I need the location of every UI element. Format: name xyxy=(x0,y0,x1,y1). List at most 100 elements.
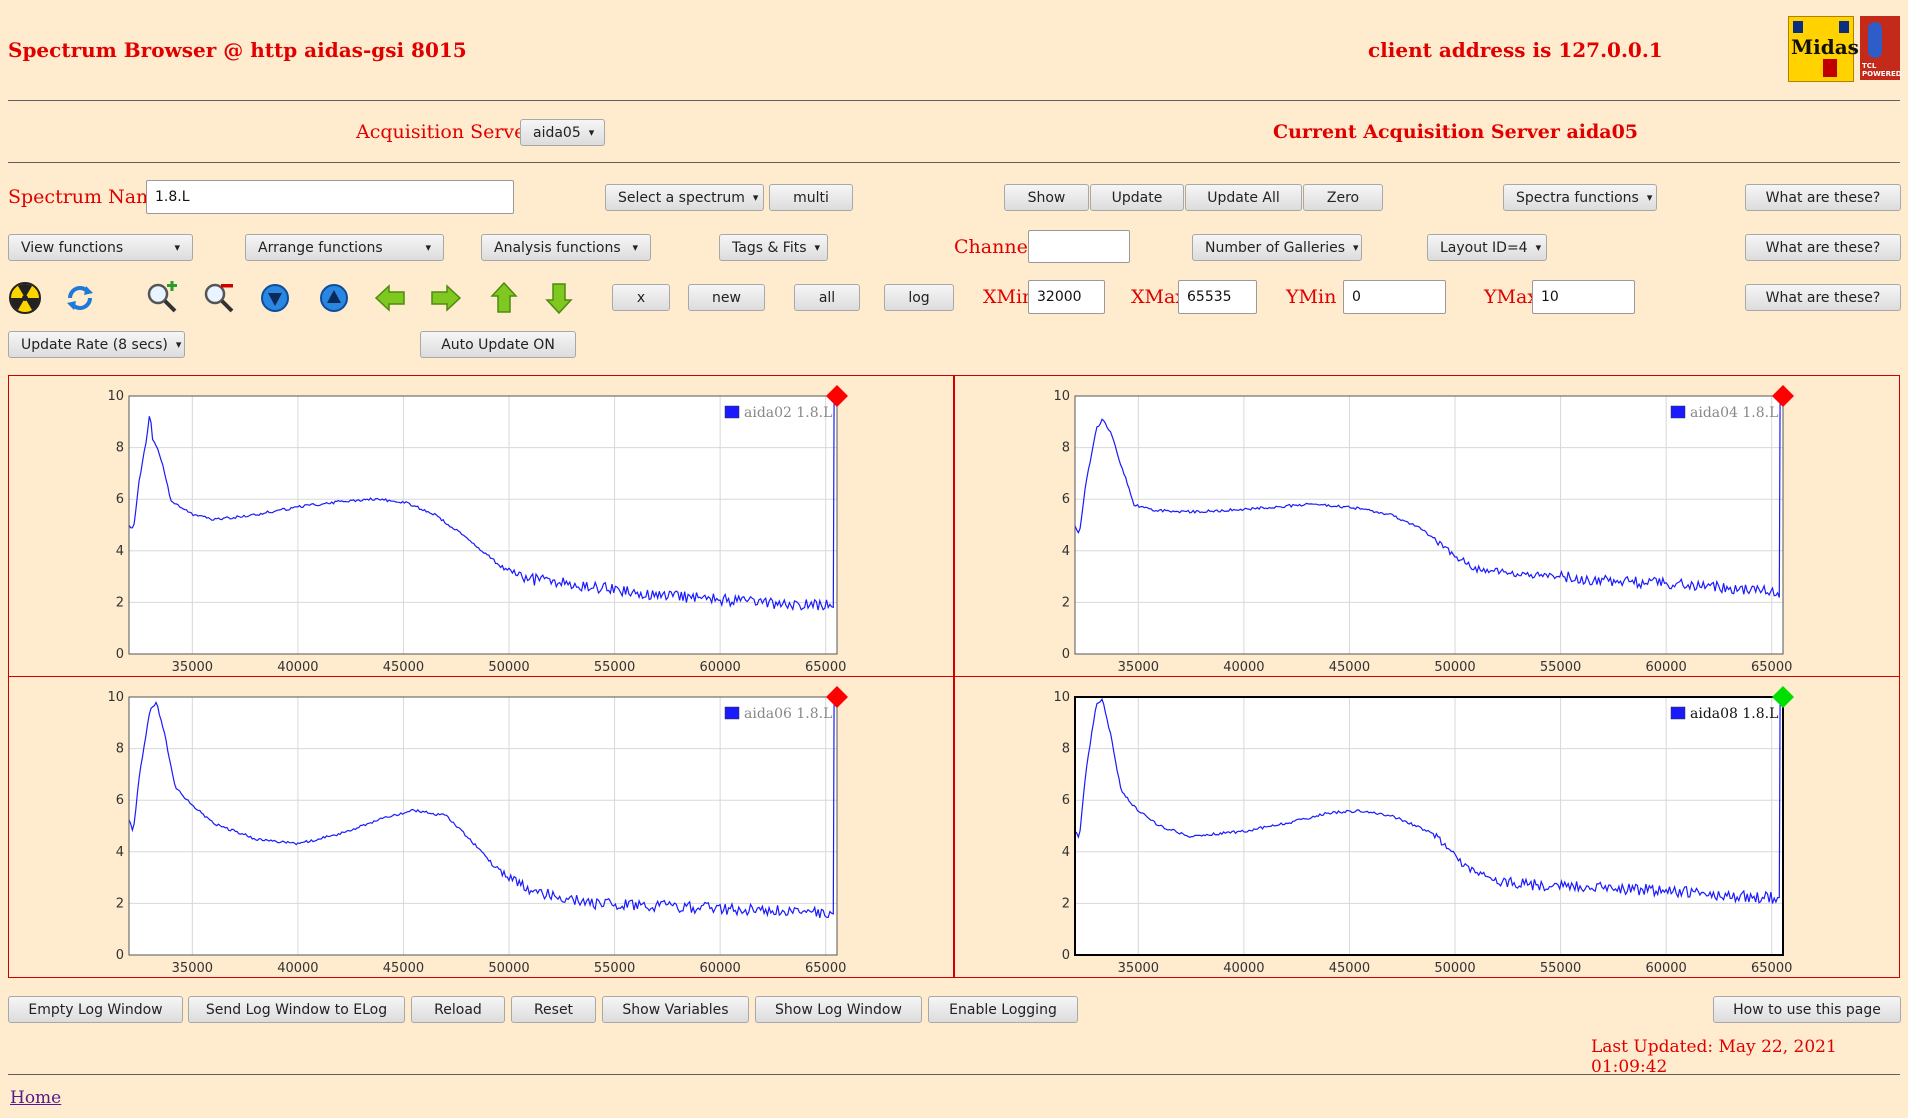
last-updated: Last Updated: May 22, 2021 01:09:42 xyxy=(1591,1037,1837,1077)
legend-swatch xyxy=(724,706,740,720)
spectrum-panel-3[interactable]: 35000 40000 45000 50000 55000 60000 65000 0 2 4 6 8… xyxy=(8,676,954,978)
all-button[interactable]: all xyxy=(794,284,860,311)
zoom-out-icon[interactable] xyxy=(202,281,236,315)
y-tick-label: 4 xyxy=(1062,544,1070,559)
x-tick-label: 40000 xyxy=(1223,961,1264,976)
arrow-right-icon[interactable] xyxy=(429,281,463,315)
show-variables-button[interactable]: Show Variables xyxy=(602,996,749,1023)
what-are-these-button-1[interactable]: What are these? xyxy=(1745,184,1901,211)
what-are-these-button-2[interactable]: What are these? xyxy=(1745,234,1901,261)
y-tick-label: 4 xyxy=(116,544,124,559)
x-button[interactable]: x xyxy=(612,284,670,311)
scroll-down-icon[interactable] xyxy=(258,281,292,315)
xmax-input[interactable]: 65535 xyxy=(1178,280,1257,314)
y-tick-label: 2 xyxy=(1062,896,1070,911)
update-all-button[interactable]: Update All xyxy=(1185,184,1302,211)
acquisition-servers-label: Acquisition Servers xyxy=(356,121,545,143)
spectrum-chart-1[interactable]: 35000 40000 45000 50000 55000 60000 65000 0 2 4 6 8… xyxy=(9,376,953,676)
arrange-functions-dropdown[interactable]: Arrange functions ▾ xyxy=(245,234,444,261)
x-tick-label: 55000 xyxy=(594,961,635,976)
y-tick-label: 8 xyxy=(1062,742,1070,757)
new-button[interactable]: new xyxy=(688,284,765,311)
ymin-input[interactable]: 0 xyxy=(1343,280,1446,314)
y-tick-label: 10 xyxy=(107,389,124,404)
reset-button[interactable]: Reset xyxy=(511,996,596,1023)
layout-id-dropdown[interactable]: Layout ID=4 ▾ xyxy=(1427,234,1547,261)
plot-area xyxy=(129,697,837,955)
scroll-up-icon[interactable] xyxy=(317,281,351,315)
show-log-window-button[interactable]: Show Log Window xyxy=(755,996,922,1023)
legend-swatch xyxy=(724,405,740,419)
log-button[interactable]: log xyxy=(884,284,954,311)
x-tick-label: 35000 xyxy=(1118,660,1159,675)
spectrum-panel-4[interactable]: 35000 40000 45000 50000 55000 60000 65000 0 2 4 6 8… xyxy=(954,676,1900,978)
analysis-functions-dropdown[interactable]: Analysis functions ▾ xyxy=(481,234,651,261)
x-tick-label: 60000 xyxy=(1645,660,1686,675)
spectrum-chart-4[interactable]: 35000 40000 45000 50000 55000 60000 65000 0 2 4 6 8… xyxy=(955,677,1899,977)
x-tick-label: 55000 xyxy=(1540,660,1581,675)
reload-button[interactable]: Reload xyxy=(411,996,505,1023)
acquisition-server-select[interactable]: aida05 ▾ xyxy=(520,119,605,146)
x-tick-label: 35000 xyxy=(172,961,213,976)
y-tick-label: 8 xyxy=(116,742,124,757)
spectrum-name-input[interactable]: 1.8.L xyxy=(146,180,514,214)
y-tick-label: 2 xyxy=(116,896,124,911)
tags-fits-dropdown[interactable]: Tags & Fits ▾ xyxy=(719,234,828,261)
select-spectrum-dropdown[interactable]: Select a spectrum ▾ xyxy=(605,184,764,211)
radiation-icon[interactable] xyxy=(8,281,42,315)
arrow-down-icon[interactable] xyxy=(542,281,576,315)
legend-swatch xyxy=(1670,405,1686,419)
x-tick-label: 40000 xyxy=(277,961,318,976)
show-button[interactable]: Show xyxy=(1004,184,1089,211)
y-tick-label: 6 xyxy=(1062,492,1070,507)
client-address: client address is 127.0.0.1 xyxy=(1368,38,1663,62)
update-button[interactable]: Update xyxy=(1090,184,1184,211)
channel-input[interactable] xyxy=(1028,230,1130,263)
home-link[interactable]: Home xyxy=(10,1088,61,1108)
ymin-label: YMin xyxy=(1286,286,1337,308)
spectra-functions-dropdown[interactable]: Spectra functions ▾ xyxy=(1503,184,1657,211)
chevron-down-icon: ▾ xyxy=(1353,241,1359,254)
multi-button[interactable]: multi xyxy=(769,184,853,211)
x-tick-label: 55000 xyxy=(594,660,635,675)
x-tick-label: 65000 xyxy=(1751,961,1792,976)
y-tick-label: 4 xyxy=(116,845,124,860)
enable-logging-button[interactable]: Enable Logging xyxy=(928,996,1078,1023)
divider xyxy=(8,162,1900,163)
plot-area xyxy=(129,396,837,654)
y-tick-label: 0 xyxy=(1062,647,1070,662)
tcl-logo: TCL POWERED xyxy=(1860,16,1902,80)
x-tick-label: 45000 xyxy=(1329,961,1370,976)
chevron-down-icon: ▾ xyxy=(175,338,182,351)
zero-button[interactable]: Zero xyxy=(1303,184,1383,211)
how-to-use-button[interactable]: How to use this page xyxy=(1713,996,1901,1023)
legend-label: aida04 1.8.L xyxy=(1690,405,1778,421)
arrow-left-icon[interactable] xyxy=(373,281,407,315)
auto-update-button[interactable]: Auto Update ON xyxy=(420,331,576,358)
update-rate-dropdown[interactable]: Update Rate (8 secs) ▾ xyxy=(8,331,185,358)
legend-swatch xyxy=(1670,706,1686,720)
ymax-input[interactable]: 10 xyxy=(1532,280,1635,314)
refresh-icon[interactable] xyxy=(63,281,97,315)
spectrum-chart-3[interactable]: 35000 40000 45000 50000 55000 60000 65000 0 2 4 6 8… xyxy=(9,677,953,977)
arrow-up-icon[interactable] xyxy=(487,281,521,315)
spectrum-panel-1[interactable]: 35000 40000 45000 50000 55000 60000 65000 0 2 4 6 8… xyxy=(8,375,954,677)
x-tick-label: 60000 xyxy=(1645,961,1686,976)
x-tick-label: 50000 xyxy=(488,961,529,976)
send-log-to-elog-button[interactable]: Send Log Window to ELog xyxy=(188,996,405,1023)
y-tick-label: 0 xyxy=(1062,948,1070,963)
spectrum-chart-2[interactable]: 35000 40000 45000 50000 55000 60000 65000 0 2 4 6 8… xyxy=(955,376,1899,676)
number-of-galleries-dropdown[interactable]: Number of Galleries ▾ xyxy=(1192,234,1362,261)
x-tick-label: 65000 xyxy=(805,961,846,976)
zoom-in-icon[interactable] xyxy=(145,281,179,315)
y-tick-label: 2 xyxy=(116,595,124,610)
empty-log-button[interactable]: Empty Log Window xyxy=(8,996,183,1023)
divider xyxy=(8,100,1900,101)
what-are-these-button-3[interactable]: What are these? xyxy=(1745,284,1901,311)
x-tick-label: 45000 xyxy=(383,961,424,976)
chevron-down-icon: ▾ xyxy=(1535,241,1542,254)
view-functions-dropdown[interactable]: View functions ▾ xyxy=(8,234,193,261)
x-tick-label: 35000 xyxy=(1118,961,1159,976)
xmin-input[interactable]: 32000 xyxy=(1028,280,1105,314)
spectrum-panel-2[interactable]: 35000 40000 45000 50000 55000 60000 65000 0 2 4 6 8… xyxy=(954,375,1900,677)
